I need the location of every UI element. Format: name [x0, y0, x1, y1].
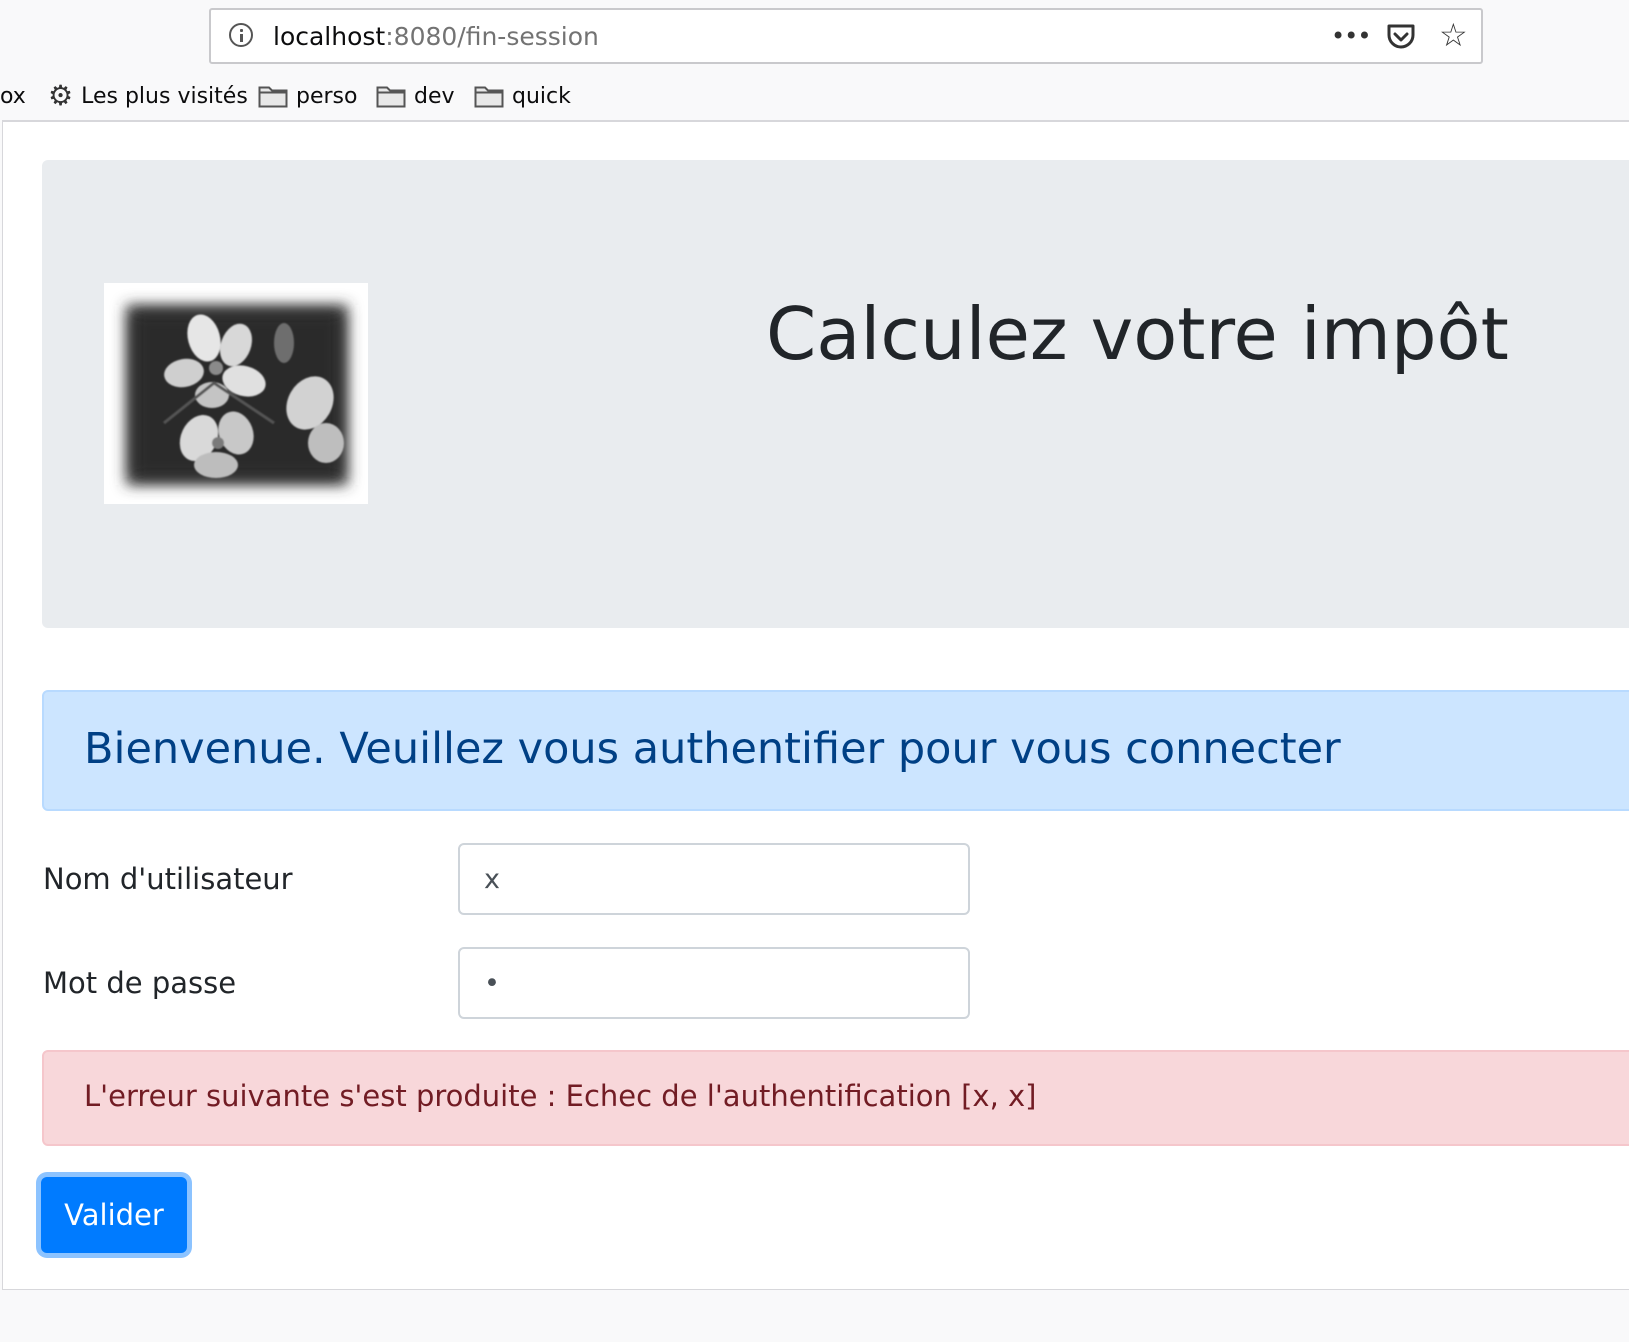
- folder-icon: [258, 86, 288, 108]
- bookmark-partial[interactable]: ox: [0, 78, 26, 114]
- url-bar[interactable]: localhost:8080/fin-session ••• ☆: [209, 8, 1483, 64]
- bookmark-most-visited-label: Les plus visités: [81, 83, 248, 109]
- password-input[interactable]: [458, 947, 970, 1019]
- bookmark-folder-label: quick: [512, 83, 571, 109]
- page-viewport: Calculez votre impôt Bienvenue. Veuillez…: [2, 120, 1629, 1290]
- flower-photo: [104, 283, 368, 504]
- welcome-alert: Bienvenue. Veuillez vous authentifier po…: [42, 690, 1629, 811]
- gear-icon: ⚙: [48, 79, 74, 112]
- pocket-icon[interactable]: [1386, 23, 1416, 51]
- bookmark-folder-label: perso: [296, 83, 358, 109]
- url-text[interactable]: localhost:8080/fin-session: [273, 23, 599, 51]
- bookmark-star-icon[interactable]: ☆: [1439, 19, 1468, 51]
- submit-button[interactable]: Valider: [41, 1177, 187, 1253]
- bookmark-partial-label: ox: [0, 83, 26, 109]
- username-label: Nom d'utilisateur: [43, 862, 293, 896]
- username-input[interactable]: [458, 843, 970, 915]
- error-alert: L'erreur suivante s'est produite : Echec…: [42, 1050, 1629, 1146]
- bookmark-folder-perso[interactable]: perso: [258, 78, 357, 114]
- folder-icon: [376, 86, 406, 108]
- bookmark-folder-dev[interactable]: dev: [376, 78, 455, 114]
- password-label: Mot de passe: [43, 966, 237, 1000]
- error-message: L'erreur suivante s'est produite : Echec…: [84, 1079, 1037, 1113]
- bookmark-most-visited[interactable]: ⚙ Les plus visités: [48, 78, 248, 114]
- info-icon[interactable]: [229, 23, 253, 47]
- header-jumbotron: Calculez votre impôt: [42, 160, 1629, 628]
- welcome-message: Bienvenue. Veuillez vous authentifier po…: [84, 724, 1341, 774]
- url-path: :8080/fin-session: [385, 22, 599, 51]
- bookmark-folder-quick[interactable]: quick: [474, 78, 571, 114]
- url-host: localhost: [273, 22, 386, 51]
- page-title: Calculez votre impôt: [766, 292, 1509, 376]
- bookmark-folder-label: dev: [414, 83, 455, 109]
- logo-image: [104, 283, 368, 504]
- browser-chrome: localhost:8080/fin-session ••• ☆ ox ⚙ Le…: [0, 0, 1629, 122]
- more-dots-icon[interactable]: •••: [1331, 22, 1371, 50]
- folder-icon: [474, 86, 504, 108]
- bookmarks-toolbar: ox ⚙ Les plus visités perso dev quick: [0, 78, 1629, 114]
